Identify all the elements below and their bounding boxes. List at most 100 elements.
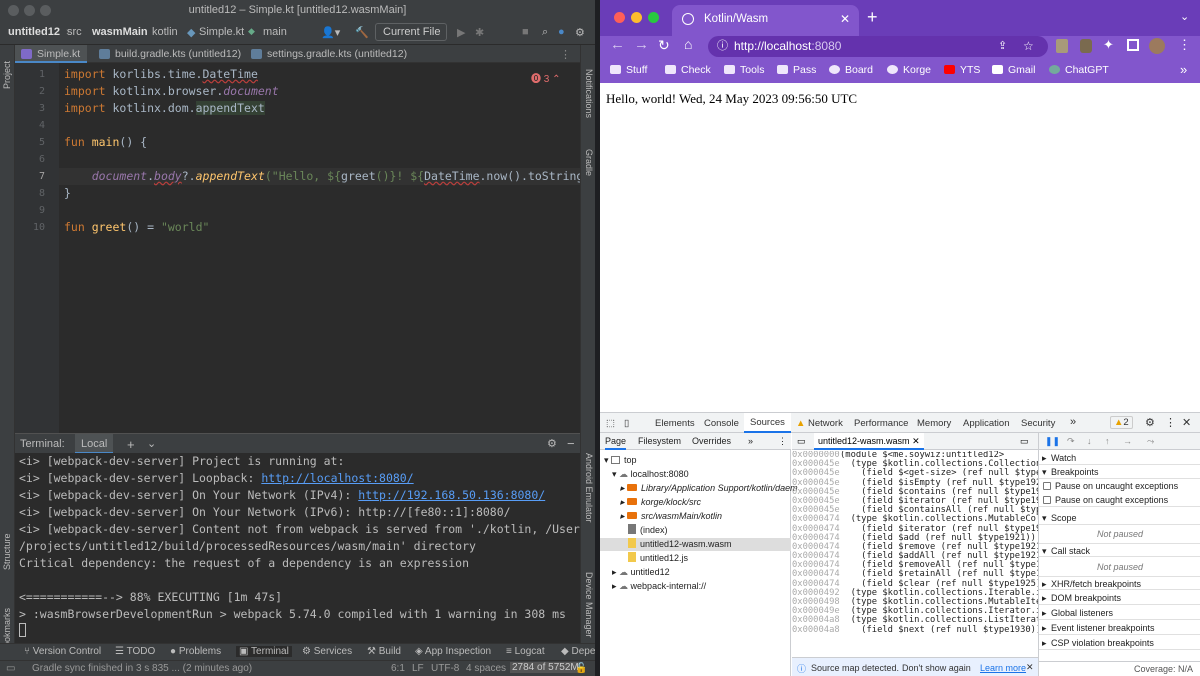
- step-out-icon[interactable]: ↑: [1105, 436, 1110, 446]
- bookmark-board[interactable]: Board: [829, 64, 873, 76]
- editor-tab-settings-gradle[interactable]: settings.gradle.kts (untitled12): [245, 45, 407, 63]
- more-tabs-icon[interactable]: »: [1070, 416, 1076, 428]
- source-code[interactable]: 0x0000000(module $<me.soywiz:untitled12>…: [792, 451, 1038, 657]
- minimize-window-button[interactable]: [24, 5, 35, 16]
- close-icon[interactable]: ✕: [1026, 662, 1034, 673]
- chevron-down-icon[interactable]: ⌄: [147, 437, 156, 450]
- terminal-output[interactable]: <i> [webpack-dev-server] Project is runn…: [15, 453, 580, 643]
- minimize-panel-icon[interactable]: −: [567, 436, 575, 451]
- bookmark-check[interactable]: Check: [665, 64, 711, 76]
- file-encoding[interactable]: UTF-8: [431, 663, 459, 674]
- tree-item-top[interactable]: ▾ top: [604, 454, 637, 467]
- new-terminal-icon[interactable]: +: [127, 437, 135, 452]
- tree-item-localhost[interactable]: ▾ ☁ localhost:8080: [612, 468, 689, 481]
- learn-more-link[interactable]: Learn more: [980, 663, 1026, 673]
- tool-terminal[interactable]: ▣ Terminal: [236, 646, 292, 657]
- bookmark-stuff[interactable]: Stuff: [610, 64, 647, 76]
- devtools-tab-sources[interactable]: Sources: [744, 413, 791, 433]
- status-panel-icon[interactable]: ▭: [6, 663, 15, 674]
- breadcrumb-file[interactable]: Simple.kt: [199, 26, 244, 38]
- tool-logcat[interactable]: ≡ Logcat: [506, 646, 545, 657]
- warnings-badge[interactable]: ▲2: [1110, 416, 1133, 429]
- devtools-tab-security[interactable]: Security: [1021, 418, 1055, 429]
- ipv4-link[interactable]: http://192.168.50.136:8080/: [358, 488, 545, 502]
- run-config-selector[interactable]: main: [263, 26, 287, 38]
- tool-problems[interactable]: ● Problems: [170, 646, 221, 657]
- section-event-listener-breakpoints[interactable]: ▸ Event listener breakpoints: [1039, 621, 1200, 635]
- menu-kebab-icon[interactable]: ⋮: [1165, 416, 1176, 429]
- build-hammer-icon[interactable]: 🔨: [355, 26, 369, 39]
- side-panel-icon[interactable]: [1127, 39, 1139, 51]
- section-scope[interactable]: ▾ Scope: [1039, 511, 1200, 525]
- devtools-tab-application[interactable]: Application: [963, 418, 1009, 429]
- nav-tab-page[interactable]: Page: [605, 433, 627, 450]
- close-window-button[interactable]: [614, 12, 625, 23]
- more-bookmarks-icon[interactable]: »: [1180, 62, 1187, 77]
- nav-tab-filesystem[interactable]: Filesystem: [638, 436, 681, 446]
- cursor-position[interactable]: 6:1: [391, 663, 405, 674]
- minimize-window-button[interactable]: [631, 12, 642, 23]
- line-separator[interactable]: LF: [412, 663, 424, 674]
- bookmark-yts[interactable]: YTS: [944, 64, 980, 76]
- step-icon[interactable]: →: [1123, 436, 1132, 446]
- share-icon[interactable]: ⇪: [998, 36, 1007, 57]
- tool-dependencies[interactable]: ◆ Depe: [561, 646, 595, 657]
- extension-icon[interactable]: [1056, 39, 1068, 53]
- bookmark-chatgpt[interactable]: ChatGPT: [1049, 64, 1109, 76]
- site-info-icon[interactable]: ⓘ: [717, 36, 728, 57]
- android-emulator-tool-button[interactable]: Android Emulator: [584, 453, 594, 523]
- devtools-tab-network[interactable]: Network: [808, 418, 843, 429]
- memory-indicator[interactable]: 2784 of 5752M: [510, 662, 581, 673]
- new-tab-icon[interactable]: +: [867, 7, 878, 28]
- tree-item-korge[interactable]: ▸ korge/klock/src: [620, 496, 701, 509]
- deactivate-breakpoints-icon[interactable]: ⤳: [1147, 436, 1154, 447]
- bookmark-star-icon[interactable]: ☆: [1023, 36, 1034, 57]
- breadcrumb-project[interactable]: untitled12: [8, 26, 60, 38]
- forward-icon[interactable]: →: [634, 36, 649, 53]
- close-devtools-icon[interactable]: ✕: [1182, 416, 1191, 429]
- tree-item-library[interactable]: ▸ Library/Application Support/kotlin/dae…: [620, 482, 798, 495]
- section-global-listeners[interactable]: ▸ Global listeners: [1039, 606, 1200, 620]
- pause-caught-checkbox[interactable]: Pause on caught exceptions: [1039, 493, 1200, 507]
- step-over-icon[interactable]: ↷: [1067, 436, 1075, 447]
- editor-tab-simple-kt[interactable]: Simple.kt: [15, 45, 87, 63]
- bookmark-tools[interactable]: Tools: [724, 64, 765, 76]
- tree-item-src[interactable]: ▸ src/wasmMain/kotlin: [620, 510, 722, 523]
- terminal-tab-local[interactable]: Local: [75, 434, 114, 454]
- extension-icon[interactable]: [1080, 39, 1092, 53]
- tool-services[interactable]: ⚙ Services: [302, 646, 352, 657]
- debug-icon[interactable]: ✱: [475, 26, 484, 39]
- user-icon[interactable]: 👤▾: [321, 26, 340, 39]
- menu-kebab-icon[interactable]: ⋮: [1178, 37, 1191, 53]
- home-icon[interactable]: ⌂: [684, 36, 692, 52]
- devtools-tab-elements[interactable]: Elements: [655, 418, 695, 429]
- inspect-element-icon[interactable]: ⬚: [606, 418, 615, 429]
- bookmark-pass[interactable]: Pass: [777, 64, 816, 76]
- run-icon[interactable]: ▶: [457, 26, 465, 39]
- tool-version-control[interactable]: ⑂ Version Control: [24, 646, 101, 657]
- tree-item-wasm[interactable]: untitled12-wasm.wasm: [600, 538, 791, 551]
- breadcrumb-wasmmain[interactable]: wasmMain: [92, 26, 148, 38]
- toggle-navigator-icon[interactable]: ▭: [797, 436, 806, 447]
- section-breakpoints[interactable]: ▾ Breakpoints: [1039, 465, 1200, 479]
- settings-icon[interactable]: ⚙: [575, 26, 585, 39]
- tree-item-index[interactable]: (index): [628, 524, 668, 537]
- error-count-indicator[interactable]: ⓿ 3 ⌃: [531, 70, 561, 85]
- extensions-puzzle-icon[interactable]: ✦: [1103, 37, 1114, 53]
- update-icon[interactable]: ●: [558, 26, 565, 38]
- section-watch[interactable]: ▸ Watch: [1039, 451, 1200, 465]
- menu-kebab-icon[interactable]: ⋮: [778, 436, 787, 447]
- tool-todo[interactable]: ☰ TODO: [115, 646, 155, 657]
- status-message[interactable]: Gradle sync finished in 3 s 835 ... (2 m…: [32, 663, 252, 674]
- tree-item-js[interactable]: untitled12.js: [628, 552, 688, 565]
- nav-tab-overrides[interactable]: Overrides: [692, 436, 731, 446]
- device-toolbar-icon[interactable]: ▯: [624, 418, 629, 429]
- section-xhr-breakpoints[interactable]: ▸ XHR/fetch breakpoints: [1039, 576, 1200, 590]
- structure-tool-button[interactable]: Structure: [2, 533, 12, 570]
- close-window-button[interactable]: [8, 5, 19, 16]
- dont-show-again-link[interactable]: Don't show again: [902, 663, 971, 673]
- toggle-debugger-icon[interactable]: ▭: [1020, 436, 1029, 447]
- editor-tab-build-gradle[interactable]: build.gradle.kts (untitled12): [93, 45, 241, 63]
- settings-icon[interactable]: ⚙: [547, 437, 557, 450]
- address-bar[interactable]: ⓘ http://localhost:8080 ⇪ ☆: [708, 36, 1048, 57]
